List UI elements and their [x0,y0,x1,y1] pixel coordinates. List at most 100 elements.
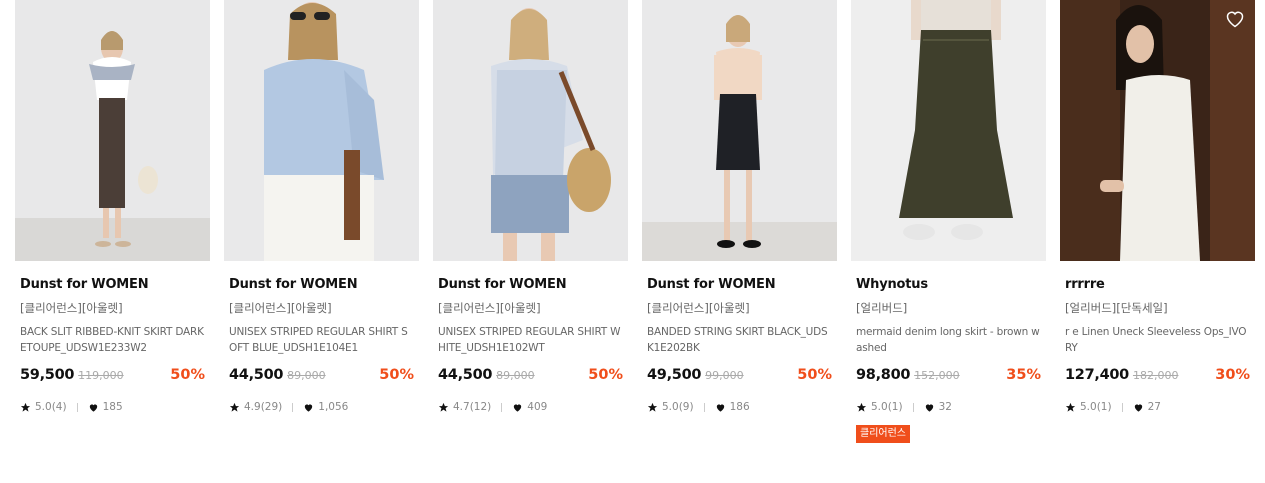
product-image[interactable] [15,0,210,261]
brand-name[interactable]: Dunst for WOMEN [647,277,832,293]
brand-name[interactable]: Whynotus [856,277,1041,293]
product-name[interactable]: BACK SLIT RIBBED-KNIT SKIRT DARK ETOUPE_… [20,324,205,356]
price-row: 98,800 152,000 35% [856,367,1041,387]
product-card[interactable]: Dunst for WOMEN [클리어런스][아울렛] UNISEX STRI… [224,0,419,414]
likes-count: 1,056 [318,401,349,413]
star-icon [1065,402,1076,412]
likes-count: 186 [729,401,750,413]
product-tags: [얼리버드] [856,301,908,315]
wishlist-heart-icon[interactable] [1225,9,1245,29]
discount-rate: 50% [170,367,205,383]
sale-price: 127,400 [1065,367,1129,383]
sale-price: 59,500 [20,367,75,383]
product-tags: [클리어런스][아울렛] [229,301,332,315]
discount-rate: 50% [379,367,414,383]
product-card[interactable]: Dunst for WOMEN [클리어런스][아울렛] BACK SLIT R… [15,0,210,414]
product-tags: [클리어런스][아울렛] [438,301,541,315]
product-image[interactable] [224,0,419,261]
product-name[interactable]: UNISEX STRIPED REGULAR SHIRT WHITE_UDSH1… [438,324,623,356]
original-price: 99,000 [705,369,744,382]
sale-price: 98,800 [856,367,911,383]
rating-text: 5.0(1) [1080,401,1112,413]
star-icon [856,402,867,412]
brand-name[interactable]: Dunst for WOMEN [438,277,623,293]
star-icon [229,402,240,412]
product-name[interactable]: mermaid denim long skirt - brown washed [856,324,1041,356]
divider [292,402,294,412]
discount-rate: 50% [797,367,832,383]
likes-count: 27 [1147,401,1161,413]
rating-text: 5.0(4) [35,401,67,413]
sale-price: 44,500 [438,367,493,383]
wishlist-heart-icon[interactable] [1016,9,1036,29]
product-photo [224,0,419,261]
star-icon [20,402,31,412]
product-photo [15,0,210,261]
brand-name[interactable]: Dunst for WOMEN [20,277,205,293]
star-icon [438,402,449,412]
discount-rate: 50% [588,367,623,383]
product-meta: 5.0(1) 32 [856,400,1041,414]
heart-filled-icon [925,403,933,412]
price-row: 49,500 99,000 50% [647,367,832,387]
rating-text: 5.0(9) [662,401,694,413]
price-row: 59,500 119,000 50% [20,367,205,387]
product-meta: 5.0(9) 186 [647,400,832,414]
clearance-badge: 클리어런스 [856,425,910,443]
original-price: 152,000 [914,369,960,382]
product-photo [1060,0,1255,261]
product-tags: [클리어런스][아울렛] [647,301,750,315]
product-photo [433,0,628,261]
discount-rate: 35% [1006,367,1041,383]
brand-name[interactable]: Dunst for WOMEN [229,277,414,293]
rating-text: 4.9(29) [244,401,283,413]
discount-rate: 30% [1215,367,1250,383]
rating-text: 4.7(12) [453,401,492,413]
wishlist-heart-icon[interactable] [389,9,409,29]
heart-filled-icon [514,403,522,412]
original-price: 89,000 [496,369,535,382]
product-card[interactable]: Dunst for WOMEN [클리어런스][아울렛] UNISEX STRI… [433,0,628,414]
brand-name[interactable]: rrrrre [1065,277,1250,293]
product-name[interactable]: BANDED STRING SKIRT BLACK_UDSK1E202BK [647,324,832,356]
sale-price: 49,500 [647,367,702,383]
heart-outline-icon [1226,11,1244,28]
price-row: 44,500 89,000 50% [438,367,623,387]
product-tags: [얼리버드][단독세일] [1065,301,1168,315]
product-image[interactable] [851,0,1046,261]
star-icon [647,402,658,412]
original-price: 89,000 [287,369,326,382]
product-name[interactable]: UNISEX STRIPED REGULAR SHIRT SOFT BLUE_U… [229,324,414,356]
divider [1121,402,1123,412]
heart-filled-icon [89,403,97,412]
product-meta: 4.9(29) 1,056 [229,400,414,414]
likes-count: 185 [102,401,123,413]
likes-count: 32 [938,401,952,413]
product-meta: 5.0(4) 185 [20,400,205,414]
product-card[interactable]: Dunst for WOMEN [클리어런스][아울렛] BANDED STRI… [642,0,837,414]
divider [912,402,914,412]
rating-text: 5.0(1) [871,401,903,413]
product-photo [851,0,1046,261]
original-price: 119,000 [78,369,124,382]
product-image[interactable] [433,0,628,261]
sale-price: 44,500 [229,367,284,383]
product-photo [642,0,837,261]
product-grid: Dunst for WOMEN [클리어런스][아울렛] BACK SLIT R… [0,0,1265,483]
original-price: 182,000 [1132,369,1179,382]
heart-filled-icon [1134,403,1142,412]
product-image[interactable] [1060,0,1255,261]
product-meta: 5.0(1) 27 [1065,400,1250,414]
price-row: 44,500 89,000 50% [229,367,414,387]
divider [501,402,503,412]
product-meta: 4.7(12) 409 [438,400,623,414]
divider [76,402,78,412]
product-image[interactable] [642,0,837,261]
product-name[interactable]: r e Linen Uneck Sleeveless Ops_IVORY [1065,324,1250,356]
price-row: 127,400 182,000 30% [1065,367,1250,387]
heart-filled-icon [716,403,724,412]
divider [703,402,705,412]
product-card[interactable]: Whynotus [얼리버드] mermaid denim long skirt… [851,0,1046,443]
product-card[interactable]: rrrrre [얼리버드][단독세일] r e Linen Uneck Slee… [1060,0,1255,414]
likes-count: 409 [527,401,548,413]
